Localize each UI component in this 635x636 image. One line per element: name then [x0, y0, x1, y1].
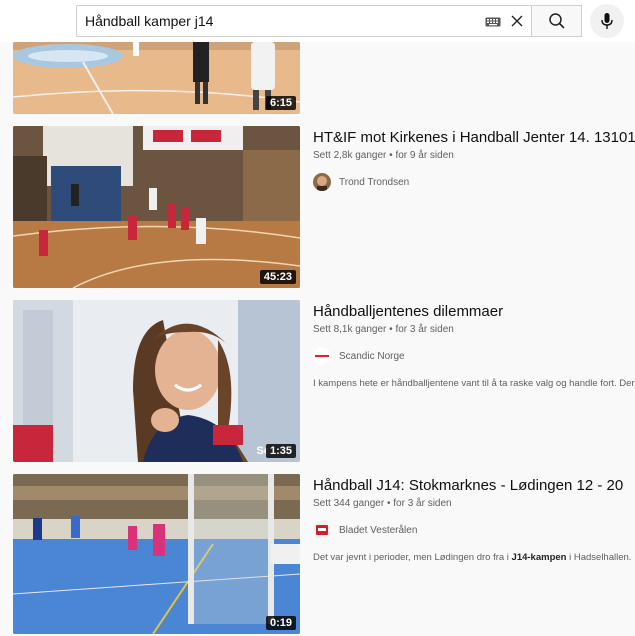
- channel-name[interactable]: Scandic Norge: [339, 351, 405, 362]
- avatar[interactable]: [313, 521, 331, 539]
- upload-age: for 3 år siden: [395, 324, 454, 335]
- voice-search-button[interactable]: [590, 4, 624, 38]
- close-icon[interactable]: [510, 14, 524, 28]
- search-input[interactable]: Håndball kamper j14: [76, 5, 532, 37]
- thumbnail-image: [13, 126, 300, 288]
- video-title[interactable]: Håndball J14: Stokmarknes - Lødingen 12 …: [313, 477, 623, 494]
- video-title[interactable]: Håndballjentenes dilemmaer: [313, 303, 503, 320]
- video-metadata: Sett 2,8k ganger • for 9 år siden: [313, 150, 454, 161]
- video-thumbnail[interactable]: Sc 1:35: [13, 300, 300, 462]
- video-title[interactable]: HT&IF mot Kirkenes i Handball Jenter 14.…: [313, 129, 635, 146]
- channel-name[interactable]: Trond Trondsen: [339, 177, 409, 188]
- description-text: Det var jevnt i perioder, men Lødingen d…: [313, 552, 512, 563]
- search-icon: [548, 13, 565, 29]
- video-duration: 6:15: [265, 96, 296, 110]
- description-text: i Hadselhallen.: [566, 552, 632, 563]
- video-result[interactable]: 45:23 HT&IF mot Kirkenes i Handball Jent…: [0, 126, 635, 290]
- video-metadata: Sett 8,1k ganger • for 3 år siden: [313, 324, 454, 335]
- avatar[interactable]: [313, 173, 331, 191]
- video-thumbnail[interactable]: 0:19: [13, 474, 300, 634]
- video-result: 6:15: [0, 42, 635, 116]
- video-thumbnail[interactable]: 6:15: [13, 42, 300, 114]
- video-duration: 1:35: [265, 444, 296, 458]
- meta-separator: •: [389, 324, 393, 335]
- meta-separator: •: [389, 150, 393, 161]
- avatar[interactable]: [313, 347, 331, 365]
- microphone-icon: [601, 13, 613, 29]
- video-description: I kampens hete er håndballjentene vant t…: [313, 378, 635, 389]
- video-result[interactable]: Sc 1:35 Håndballjentenes dilemmaer Sett …: [0, 300, 635, 464]
- video-description: Det var jevnt i perioder, men Lødingen d…: [313, 552, 631, 563]
- thumbnail-image: [13, 300, 300, 462]
- description-highlight: J14-kampen: [511, 552, 567, 563]
- upload-age: for 9 år siden: [395, 150, 454, 161]
- view-count: Sett 8,1k ganger: [313, 324, 387, 335]
- search-button[interactable]: [532, 5, 582, 37]
- search-header: Håndball kamper j14: [0, 0, 635, 42]
- meta-separator: •: [386, 498, 391, 509]
- view-count: Sett 2,8k ganger: [313, 150, 387, 161]
- video-duration: 45:23: [259, 270, 296, 284]
- video-thumbnail[interactable]: 45:23: [13, 126, 300, 288]
- keyboard-icon[interactable]: [485, 17, 501, 27]
- video-metadata: Sett 344 ganger • for 3 år siden: [313, 498, 452, 509]
- view-count: Sett 344 ganger: [313, 498, 385, 509]
- video-result[interactable]: 0:19 Håndball J14: Stokmarknes - Lødinge…: [0, 474, 635, 636]
- video-duration: 0:19: [265, 616, 296, 630]
- search-query-text[interactable]: Håndball kamper j14: [85, 13, 213, 29]
- upload-age: for 3 år siden: [393, 498, 452, 509]
- thumbnail-image: [13, 474, 300, 634]
- channel-name[interactable]: Bladet Vesterålen: [339, 525, 417, 536]
- thumbnail-image: [13, 42, 300, 114]
- channel-link[interactable]: Trond Trondsen: [313, 172, 409, 192]
- channel-link[interactable]: Bladet Vesterålen: [313, 520, 417, 540]
- channel-link[interactable]: Scandic Norge: [313, 346, 405, 366]
